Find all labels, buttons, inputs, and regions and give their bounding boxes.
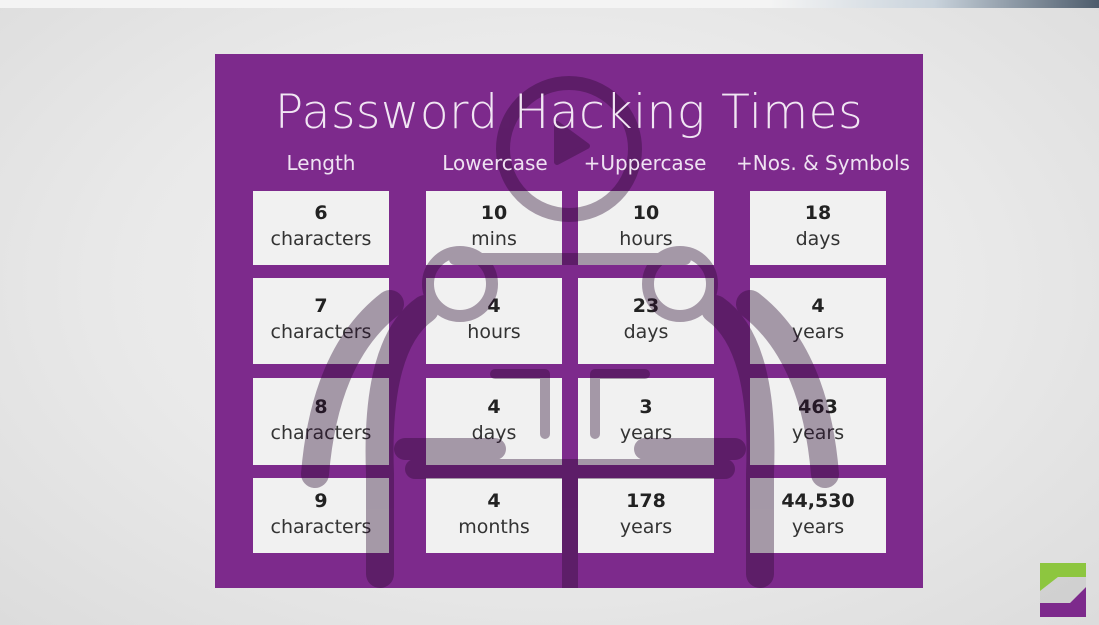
cell-uppercase-row1: 10 hours: [578, 191, 714, 265]
cell-number: 44,530: [781, 489, 855, 512]
cell-length-row4: 9 characters: [253, 478, 389, 553]
z-logo-icon: [1040, 563, 1086, 617]
cell-lowercase-row3: 4 days: [426, 378, 562, 465]
cell-number: 8: [314, 395, 328, 418]
cell-uppercase-row4: 178 years: [578, 478, 714, 553]
cell-number: 4: [487, 295, 501, 317]
cell-number: 23: [632, 295, 660, 317]
cell-unit: characters: [270, 321, 372, 343]
cell-unit: years: [619, 421, 673, 444]
cell-number: 6: [314, 202, 328, 224]
cell-unit: hours: [619, 228, 673, 250]
cell-lowercase-row4: 4 months: [426, 478, 562, 553]
cell-number: 4: [487, 489, 501, 512]
cell-number: 10: [480, 202, 508, 224]
cell-unit: characters: [270, 228, 372, 250]
cell-symbols-row1: 18 days: [750, 191, 886, 265]
cell-number: 4: [487, 395, 501, 418]
cell-unit: years: [791, 515, 845, 538]
cell-number: 7: [314, 295, 328, 317]
cell-symbols-row3: 463 years: [750, 378, 886, 465]
cell-unit: years: [791, 321, 845, 343]
slide-canvas: Password Hacking Times Length Lowercase …: [0, 8, 1099, 625]
cell-unit: years: [619, 515, 673, 538]
top-window-bar: [0, 0, 1099, 8]
cell-number: 10: [632, 202, 660, 224]
header-uppercase: +Uppercase: [583, 151, 707, 175]
cell-uppercase-row2: 23 days: [578, 278, 714, 364]
cell-lowercase-row1: 10 mins: [426, 191, 562, 265]
cell-unit: hours: [467, 321, 521, 343]
cell-unit: characters: [270, 421, 372, 444]
cell-length-row2: 7 characters: [253, 278, 389, 364]
cell-number: 18: [804, 202, 832, 224]
cell-uppercase-row3: 3 years: [578, 378, 714, 465]
header-symbols: +Nos. & Symbols: [736, 151, 910, 175]
header-lowercase: Lowercase: [442, 151, 548, 175]
cell-number: 178: [626, 489, 666, 512]
cell-unit: mins: [471, 228, 517, 250]
password-table-board: Password Hacking Times Length Lowercase …: [215, 54, 923, 588]
cell-symbols-row2: 4 years: [750, 278, 886, 364]
cell-number: 4: [811, 295, 825, 317]
cell-symbols-row4: 44,530 years: [750, 478, 886, 553]
cell-unit: days: [471, 421, 517, 444]
cell-unit: days: [795, 228, 841, 250]
cell-number: 3: [639, 395, 653, 418]
cell-lowercase-row2: 4 hours: [426, 278, 562, 364]
cell-number: 463: [798, 395, 838, 418]
slide-title: Password Hacking Times: [274, 85, 864, 140]
cell-unit: years: [791, 421, 845, 444]
cell-unit: months: [458, 515, 530, 538]
cell-number: 9: [314, 489, 328, 512]
cell-unit: characters: [270, 515, 372, 538]
cell-length-row3: 8 characters: [253, 378, 389, 465]
cell-unit: days: [623, 321, 669, 343]
header-length: Length: [286, 151, 356, 175]
cell-length-row1: 6 characters: [253, 191, 389, 265]
